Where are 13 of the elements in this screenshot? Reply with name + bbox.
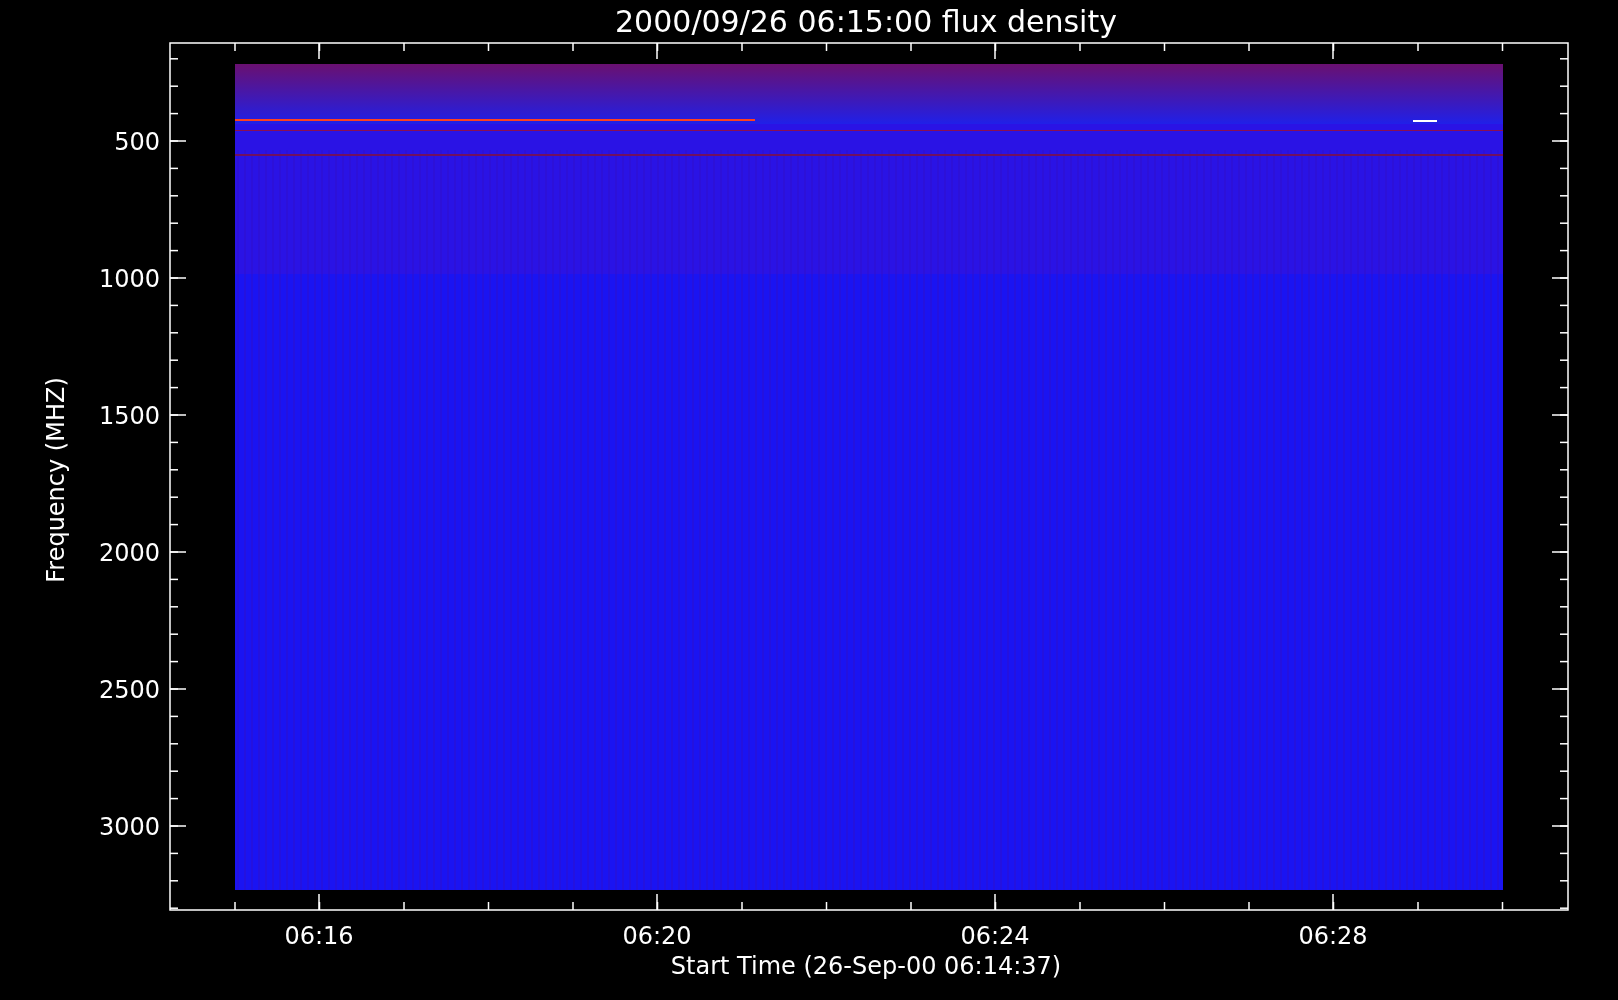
y-tick-label: 1000 (98, 265, 160, 293)
y-tick-label: 2500 (98, 676, 160, 704)
x-tick-label: 06:20 (622, 922, 692, 950)
plot-title: 2000/09/26 06:15:00 flux density (615, 4, 1117, 39)
y-tick-label: 1500 (98, 402, 160, 430)
y-tick-label: 2000 (98, 539, 160, 567)
y-axis-label: Frequency (MHZ) (42, 377, 70, 583)
x-tick-label: 06:16 (284, 922, 354, 950)
y-tick-label: 500 (114, 128, 160, 156)
x-axis-label: Start Time (26-Sep-00 06:14:37) (670, 952, 1062, 980)
y-tick-label: 3000 (98, 813, 160, 841)
x-tick-label: 06:24 (960, 922, 1030, 950)
x-tick-label: 06:28 (1298, 922, 1368, 950)
